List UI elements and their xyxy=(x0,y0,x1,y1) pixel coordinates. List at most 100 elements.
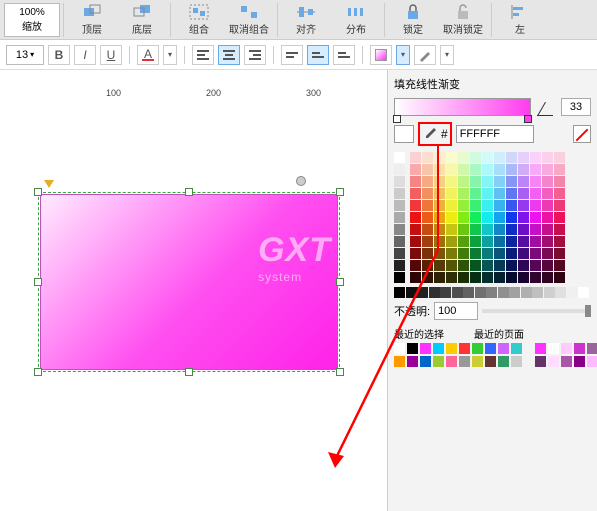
color-swatch[interactable] xyxy=(422,152,433,163)
color-swatch[interactable] xyxy=(422,176,433,187)
color-swatch[interactable] xyxy=(482,152,493,163)
color-swatch[interactable] xyxy=(554,212,565,223)
angle-input[interactable]: 33 xyxy=(561,98,591,116)
color-swatch[interactable] xyxy=(542,188,553,199)
color-swatch[interactable] xyxy=(521,287,532,298)
color-swatch[interactable] xyxy=(422,272,433,283)
color-swatch[interactable] xyxy=(458,152,469,163)
color-swatch[interactable] xyxy=(482,236,493,247)
color-swatch[interactable] xyxy=(506,164,517,175)
resize-handle-s[interactable] xyxy=(185,368,193,376)
color-swatch[interactable] xyxy=(422,164,433,175)
color-swatch[interactable] xyxy=(506,176,517,187)
color-swatch[interactable] xyxy=(511,343,522,354)
resize-handle-nw[interactable] xyxy=(34,188,42,196)
color-swatch[interactable] xyxy=(410,152,421,163)
color-swatch[interactable] xyxy=(542,248,553,259)
color-swatch[interactable] xyxy=(494,212,505,223)
color-swatch[interactable] xyxy=(446,212,457,223)
color-swatch[interactable] xyxy=(542,272,553,283)
send-back-button[interactable]: 底层 xyxy=(117,2,167,38)
color-swatch[interactable] xyxy=(446,260,457,271)
color-swatch[interactable] xyxy=(506,248,517,259)
color-swatch[interactable] xyxy=(422,236,433,247)
color-swatch[interactable] xyxy=(458,272,469,283)
color-swatch[interactable] xyxy=(555,287,566,298)
color-swatch[interactable] xyxy=(518,212,529,223)
italic-button[interactable]: I xyxy=(74,45,96,65)
color-swatch[interactable] xyxy=(458,212,469,223)
color-swatch[interactable] xyxy=(458,164,469,175)
color-swatch[interactable] xyxy=(498,343,509,354)
eyedropper-button[interactable] xyxy=(422,126,438,142)
color-swatch[interactable] xyxy=(535,343,546,354)
color-swatch[interactable] xyxy=(394,164,405,175)
color-swatch[interactable] xyxy=(394,248,405,259)
color-swatch[interactable] xyxy=(446,200,457,211)
color-swatch[interactable] xyxy=(530,176,541,187)
color-swatch[interactable] xyxy=(542,152,553,163)
color-swatch[interactable] xyxy=(407,356,418,367)
color-swatch[interactable] xyxy=(394,188,405,199)
color-swatch[interactable] xyxy=(542,224,553,235)
align-center-text-button[interactable] xyxy=(218,45,240,65)
color-swatch[interactable] xyxy=(470,272,481,283)
color-swatch[interactable] xyxy=(459,343,470,354)
color-swatch[interactable] xyxy=(494,164,505,175)
color-swatch[interactable] xyxy=(485,356,496,367)
color-swatch[interactable] xyxy=(434,200,445,211)
color-swatch[interactable] xyxy=(434,212,445,223)
color-swatch[interactable] xyxy=(410,248,421,259)
distribute-button[interactable]: 分布 xyxy=(331,2,381,38)
color-swatch[interactable] xyxy=(554,236,565,247)
color-swatch[interactable] xyxy=(542,212,553,223)
color-swatch[interactable] xyxy=(554,152,565,163)
color-swatch[interactable] xyxy=(482,212,493,223)
color-swatch[interactable] xyxy=(554,176,565,187)
underline-button[interactable]: U xyxy=(100,45,122,65)
color-swatch[interactable] xyxy=(482,188,493,199)
resize-handle-se[interactable] xyxy=(336,368,344,376)
color-swatch[interactable] xyxy=(394,343,405,354)
color-swatch[interactable] xyxy=(458,236,469,247)
opacity-slider[interactable] xyxy=(482,309,591,313)
color-swatch[interactable] xyxy=(530,212,541,223)
color-swatch[interactable] xyxy=(470,152,481,163)
color-swatch[interactable] xyxy=(567,287,578,298)
color-swatch[interactable] xyxy=(518,272,529,283)
color-swatch[interactable] xyxy=(470,260,481,271)
color-swatch[interactable] xyxy=(394,356,405,367)
color-swatch[interactable] xyxy=(506,236,517,247)
color-swatch[interactable] xyxy=(561,356,572,367)
color-swatch[interactable] xyxy=(470,176,481,187)
color-swatch[interactable] xyxy=(394,236,405,247)
color-swatch[interactable] xyxy=(446,343,457,354)
color-swatch[interactable] xyxy=(475,287,486,298)
color-swatch[interactable] xyxy=(486,287,497,298)
color-swatch[interactable] xyxy=(518,260,529,271)
color-swatch[interactable] xyxy=(506,260,517,271)
color-swatch[interactable] xyxy=(458,200,469,211)
color-swatch[interactable] xyxy=(452,287,463,298)
color-swatch[interactable] xyxy=(485,343,496,354)
color-swatch[interactable] xyxy=(394,152,405,163)
color-swatch[interactable] xyxy=(482,248,493,259)
color-swatch[interactable] xyxy=(463,287,474,298)
color-swatch[interactable] xyxy=(394,260,405,271)
color-swatch[interactable] xyxy=(530,236,541,247)
color-swatch[interactable] xyxy=(410,272,421,283)
color-swatch[interactable] xyxy=(422,260,433,271)
color-swatch[interactable] xyxy=(518,152,529,163)
color-swatch[interactable] xyxy=(542,236,553,247)
gradient-stop-right[interactable] xyxy=(524,115,532,123)
color-swatch[interactable] xyxy=(494,248,505,259)
color-swatch[interactable] xyxy=(544,287,555,298)
color-swatch[interactable] xyxy=(530,272,541,283)
color-swatch[interactable] xyxy=(422,224,433,235)
color-swatch[interactable] xyxy=(548,356,559,367)
color-swatch[interactable] xyxy=(511,356,522,367)
color-swatch[interactable] xyxy=(470,188,481,199)
color-swatch[interactable] xyxy=(482,224,493,235)
color-swatch[interactable] xyxy=(518,200,529,211)
color-swatch[interactable] xyxy=(542,164,553,175)
